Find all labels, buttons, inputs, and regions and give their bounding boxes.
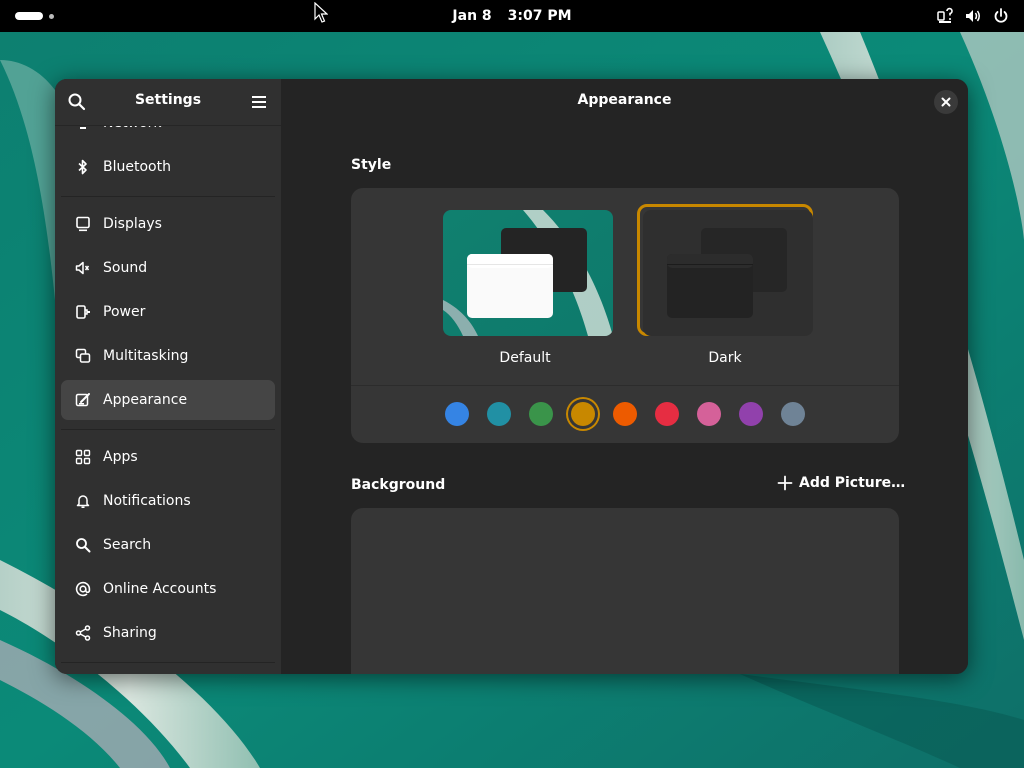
power-plug-icon (75, 304, 91, 320)
clock-date: Jan 8 (452, 8, 492, 24)
volume-icon[interactable] (964, 7, 982, 25)
accessibility-icon[interactable] (936, 7, 954, 25)
background-section-label: Background (351, 477, 446, 493)
activities-button[interactable] (15, 12, 54, 20)
accent-swatch-pink[interactable] (697, 402, 721, 426)
sidebar-divider (61, 662, 275, 663)
style-option-dark[interactable]: Dark (637, 204, 813, 366)
clock-time: 3:07 PM (507, 8, 572, 24)
sidebar-item-label: Notifications (103, 493, 191, 509)
mouse-cursor-icon (314, 2, 328, 23)
sidebar-item-label: Search (103, 537, 152, 553)
accent-swatch-orange[interactable] (613, 402, 637, 426)
sidebar-item-appearance[interactable]: Appearance (61, 380, 275, 420)
speaker-icon (75, 260, 91, 276)
style-option-default[interactable]: Default (437, 204, 613, 366)
at-sign-icon (75, 581, 91, 597)
appearance-page: Appearance Style Default Dark Background… (281, 79, 968, 674)
search-icon (75, 537, 91, 553)
add-picture-label: Add Picture… (799, 475, 906, 491)
appearance-icon (75, 392, 91, 408)
accent-swatch-blue[interactable] (445, 402, 469, 426)
accent-swatch-purple[interactable] (739, 402, 763, 426)
sidebar-item-label: Sharing (103, 625, 157, 641)
style-card: Default Dark (351, 188, 899, 443)
style-section-label: Style (351, 157, 392, 173)
sidebar-item-search[interactable]: Search (61, 525, 275, 565)
sidebar-divider (61, 196, 275, 197)
accent-swatch-red[interactable] (655, 402, 679, 426)
sidebar-item-bluetooth[interactable]: Bluetooth (61, 147, 275, 187)
sidebar-item-label: Displays (103, 216, 162, 232)
sidebar-title: Settings (134, 92, 202, 108)
multitasking-icon (75, 348, 91, 364)
accent-swatch-green[interactable] (529, 402, 553, 426)
display-icon (75, 216, 91, 232)
sidebar-item-online-accounts[interactable]: Online Accounts (61, 569, 275, 609)
sidebar-item-sharing[interactable]: Sharing (61, 613, 275, 653)
sidebar-item-label: Power (103, 304, 146, 320)
sidebar-item-label: Multitasking (103, 348, 189, 364)
sidebar-item-label: Apps (103, 449, 138, 465)
apps-grid-icon (75, 449, 91, 465)
sidebar-item-apps[interactable]: Apps (61, 437, 275, 477)
style-option-label: Default (499, 350, 551, 366)
hamburger-menu-icon (252, 96, 266, 108)
style-card-divider (351, 385, 899, 386)
page-title: Appearance (577, 92, 672, 108)
share-icon (75, 625, 91, 641)
power-icon[interactable] (992, 7, 1010, 25)
bluetooth-icon (75, 159, 91, 175)
close-button[interactable] (934, 90, 958, 114)
sidebar-item-power[interactable]: Power (61, 292, 275, 332)
sidebar-item-multitasking[interactable]: Multitasking (61, 336, 275, 376)
sidebar-item-label: Online Accounts (103, 581, 217, 597)
top-bar: Jan 8 3:07 PM (0, 0, 1024, 32)
workspace-indicator (49, 13, 54, 19)
accent-swatch-teal[interactable] (487, 402, 511, 426)
sidebar: Settings Network Bluet (55, 79, 281, 674)
sidebar-item-label: Appearance (103, 392, 188, 408)
settings-window: Settings Network Bluet (55, 79, 968, 674)
sidebar-item-notifications[interactable]: Notifications (61, 481, 275, 521)
system-tray[interactable] (936, 7, 1010, 25)
background-gallery (351, 508, 899, 674)
main-menu-button[interactable] (249, 92, 269, 112)
sidebar-item-label: Bluetooth (103, 159, 171, 175)
style-preview-default-frame (437, 204, 613, 336)
clock[interactable]: Jan 8 3:07 PM (0, 0, 1024, 32)
style-preview-dark (643, 210, 813, 336)
style-preview-dark-frame (637, 204, 813, 336)
accent-swatch-slate[interactable] (781, 402, 805, 426)
close-icon (941, 97, 951, 107)
style-option-label: Dark (708, 350, 742, 366)
style-preview-default (443, 210, 613, 336)
accent-swatch-yellow[interactable] (571, 402, 595, 426)
sidebar-divider (61, 429, 275, 430)
plus-icon (777, 475, 793, 491)
workspace-indicator-active (15, 12, 43, 20)
sidebar-header: Settings (55, 79, 281, 126)
bell-icon (75, 493, 91, 509)
add-picture-button[interactable]: Add Picture… (777, 475, 905, 491)
sidebar-item-displays[interactable]: Displays (61, 204, 275, 244)
sidebar-item-sound[interactable]: Sound (61, 248, 275, 288)
sidebar-item-label: Sound (103, 260, 148, 276)
